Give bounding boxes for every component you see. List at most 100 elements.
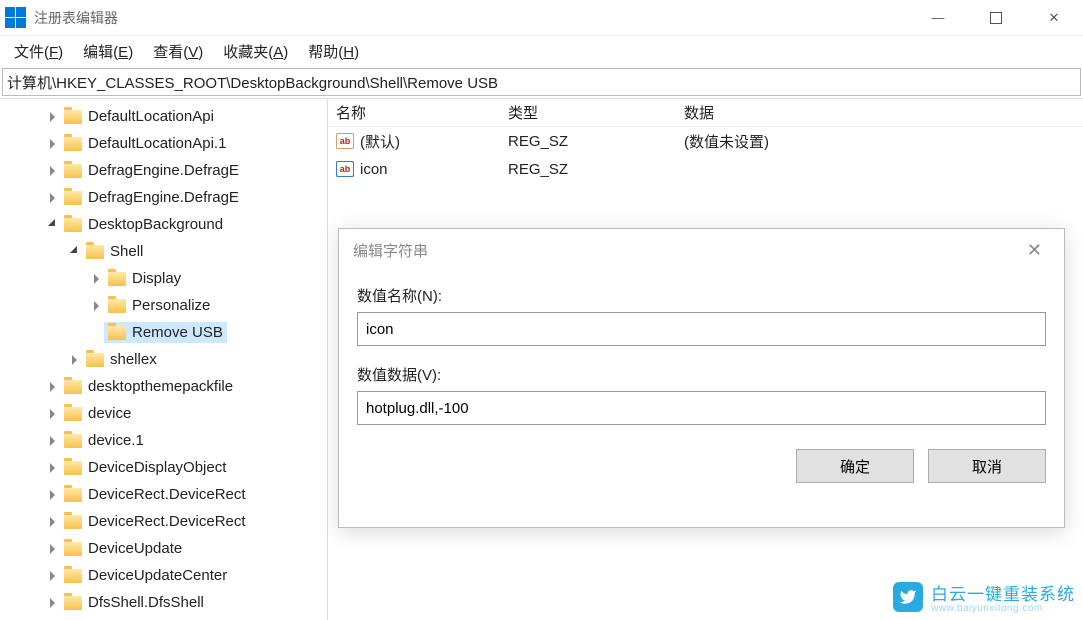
tree-item[interactable]: DeviceUpdateCenter [0,562,327,589]
chevron-right-icon[interactable] [44,139,60,149]
tree-item-label: desktopthemepackfile [88,378,233,395]
chevron-right-icon[interactable] [44,544,60,554]
chevron-right-icon[interactable] [44,517,60,527]
dialog-close-button[interactable]: ✕ [1019,236,1050,265]
chevron-right-icon[interactable] [44,598,60,608]
folder-icon [108,326,126,340]
chevron-right-icon[interactable] [66,355,82,365]
tree-item[interactable]: desktopthemepackfile [0,373,327,400]
edit-string-dialog: 编辑字符串 ✕ 数值名称(N): 数值数据(V): 确定 取消 [338,228,1065,528]
tree-item-label: Remove USB [132,324,223,341]
folder-icon [108,272,126,286]
col-type[interactable]: 类型 [500,102,676,123]
col-data[interactable]: 数据 [676,102,1083,123]
chevron-down-icon[interactable] [44,220,60,230]
chevron-right-icon[interactable] [44,571,60,581]
tree-item[interactable]: DeviceUpdate [0,535,327,562]
watermark-text: 白云一键重装系统 [931,585,1075,604]
address-bar[interactable]: 计算机\HKEY_CLASSES_ROOT\DesktopBackground\… [2,68,1081,96]
value-row[interactable]: iconREG_SZ [328,155,1083,183]
value-name-input[interactable] [357,312,1046,346]
value-row[interactable]: (默认) REG_SZ(数值未设置) [328,127,1083,155]
string-value-icon [336,161,354,177]
chevron-down-icon[interactable] [66,247,82,257]
tree-item-label: DefaultLocationApi.1 [88,135,226,152]
watermark: 白云一键重装系统 www.baiyunxitong.com [893,580,1075,614]
list-header: 名称 类型 数据 [328,99,1083,127]
tree-item[interactable]: DeviceRect.DeviceRect [0,508,327,535]
folder-icon [64,218,82,232]
tree-item-label: DeviceRect.DeviceRect [88,486,246,503]
minimize-button[interactable]: — [909,0,967,35]
chevron-right-icon[interactable] [44,490,60,500]
tree-item[interactable]: DefragEngine.DefragE [0,184,327,211]
folder-icon [108,299,126,313]
tree-item[interactable]: Personalize [0,292,327,319]
tree-item[interactable]: DeviceRect.DeviceRect [0,481,327,508]
tree-item-label: DfsShell.DfsShell [88,594,204,611]
tree-item[interactable]: DfsShell.DfsShell [0,589,327,616]
watermark-logo-icon [893,582,923,612]
folder-icon [64,461,82,475]
folder-icon [64,434,82,448]
menu-view[interactable]: 查看(V) [143,37,213,66]
tree-item-label: DeviceRect.DeviceRect [88,513,246,530]
chevron-right-icon[interactable] [44,193,60,203]
value-data: (数值未设置) [676,131,1083,152]
address-text: 计算机\HKEY_CLASSES_ROOT\DesktopBackground\… [7,72,498,93]
watermark-url: www.baiyunxitong.com [931,603,1075,614]
tree-item-label: DefaultLocationApi [88,108,214,125]
tree-item-label: Shell [110,243,143,260]
menu-favorites[interactable]: 收藏夹(A) [213,37,298,66]
tree-item[interactable]: DefaultLocationApi [0,103,327,130]
tree-item[interactable]: DesktopBackground [0,211,327,238]
value-name: (默认) [360,131,400,152]
chevron-right-icon[interactable] [44,382,60,392]
menu-edit[interactable]: 编辑(E) [73,37,143,66]
folder-icon [64,569,82,583]
tree-item-label: DesktopBackground [88,216,223,233]
tree-item[interactable]: device.1 [0,427,327,454]
tree-item-label: device [88,405,131,422]
value-name-label: 数值名称(N): [357,285,1046,306]
tree-item[interactable]: Display [0,265,327,292]
chevron-right-icon[interactable] [88,301,104,311]
folder-icon [86,245,104,259]
window-title: 注册表编辑器 [34,8,909,28]
app-icon [4,7,26,29]
value-type: REG_SZ [500,161,676,178]
tree-item-label: DeviceUpdateCenter [88,567,227,584]
value-type: REG_SZ [500,133,676,150]
tree-item[interactable]: DeviceDisplayObject [0,454,327,481]
folder-icon [64,488,82,502]
tree-item[interactable]: shellex [0,346,327,373]
chevron-right-icon[interactable] [44,112,60,122]
chevron-right-icon[interactable] [44,166,60,176]
tree-item[interactable]: DefragEngine.DefragE [0,157,327,184]
menu-help[interactable]: 帮助(H) [298,37,369,66]
tree-item-label: DeviceUpdate [88,540,182,557]
tree-item[interactable]: device [0,400,327,427]
col-name[interactable]: 名称 [328,102,500,123]
maximize-button[interactable] [967,0,1025,35]
folder-icon [64,515,82,529]
tree-item[interactable]: DefaultLocationApi.1 [0,130,327,157]
close-button[interactable]: ✕ [1025,0,1083,35]
folder-icon [64,110,82,124]
tree-item[interactable]: Shell [0,238,327,265]
ok-button[interactable]: 确定 [796,449,914,483]
chevron-right-icon[interactable] [44,409,60,419]
menu-file[interactable]: 文件(F) [4,37,73,66]
folder-icon [64,191,82,205]
tree-item[interactable]: DfsShell.DfsShell.1 [0,616,327,620]
cancel-button[interactable]: 取消 [928,449,1046,483]
chevron-right-icon[interactable] [44,463,60,473]
tree-item-label: device.1 [88,432,144,449]
folder-icon [64,137,82,151]
value-data-input[interactable] [357,391,1046,425]
chevron-right-icon[interactable] [44,436,60,446]
folder-icon [64,407,82,421]
tree-item[interactable]: Remove USB [0,319,327,346]
chevron-right-icon[interactable] [88,274,104,284]
tree-pane[interactable]: DefaultLocationApi DefaultLocationApi.1 De… [0,99,328,620]
